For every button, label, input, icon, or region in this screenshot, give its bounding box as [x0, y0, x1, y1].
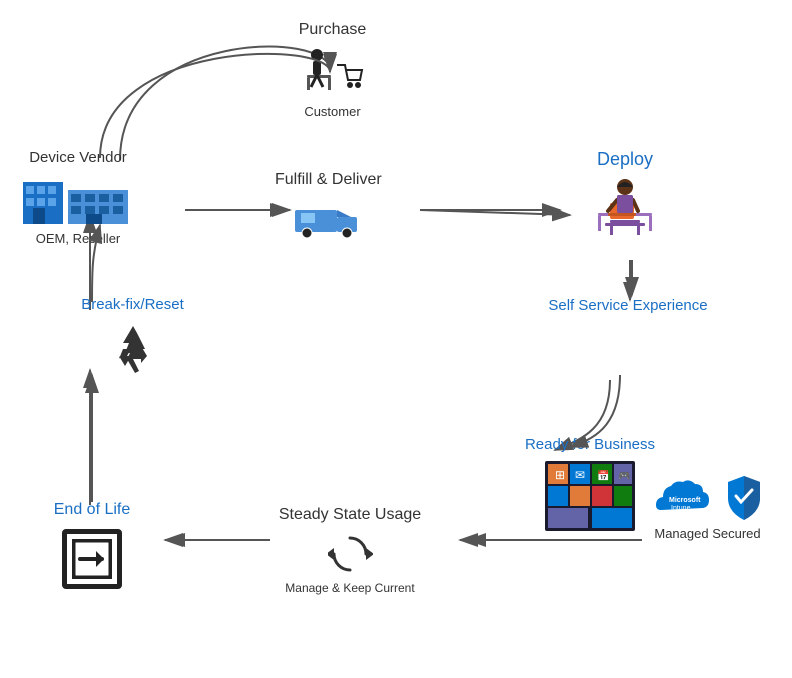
svg-text:Intune: Intune: [671, 505, 691, 512]
sync-icon: [328, 532, 373, 577]
intune-icon: Microsoft Intune: [651, 470, 716, 522]
end-of-life-node: End of Life: [22, 500, 162, 593]
self-service-node: Self Service Experience: [548, 295, 708, 316]
svg-text:📅: 📅: [597, 469, 609, 482]
svg-text:⊞: ⊞: [555, 468, 565, 482]
managed-secured-node: Microsoft Intune Managed Secured: [630, 470, 785, 543]
fulfill-node: Fulfill & Deliver: [275, 170, 382, 244]
device-vendor-icon: [18, 172, 138, 227]
purchase-node: Purchase Customer: [295, 20, 370, 121]
break-fix-node: Break-fix/Reset: [50, 295, 215, 385]
recycle-icon: [103, 321, 163, 381]
svg-text:🎮: 🎮: [618, 471, 630, 482]
purchase-icon: [295, 45, 370, 100]
svg-text:✉: ✉: [575, 468, 585, 482]
ready-icon: ⊞ ✉ 📅 🎮: [545, 461, 635, 531]
lifecycle-diagram: Purchase Customer: [0, 0, 792, 678]
exit-arrow-icon: [72, 539, 112, 579]
steady-state-node: Steady State Usage Manage & Keep Current: [255, 505, 445, 596]
exit-icon: [62, 529, 122, 589]
device-vendor-node: Device Vendor: [18, 148, 138, 247]
svg-text:Microsoft: Microsoft: [669, 497, 701, 504]
deploy-node: Deploy: [590, 148, 660, 244]
defender-icon: [724, 474, 764, 522]
deploy-icon: [590, 175, 660, 240]
fulfill-icon: [293, 195, 363, 240]
